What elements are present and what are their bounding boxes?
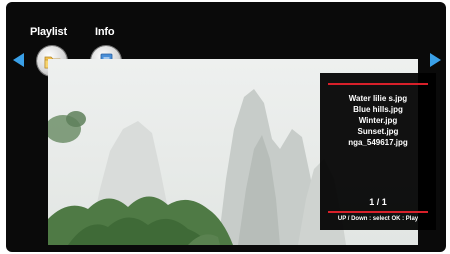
media-player-screen: Playlist Info Water lilie s.jpg Blue hil… xyxy=(6,2,446,252)
playlist-panel: Water lilie s.jpg Blue hills.jpg Winter.… xyxy=(320,73,436,230)
arrow-right-icon[interactable] xyxy=(430,53,441,67)
file-item[interactable]: Water lilie s.jpg xyxy=(320,93,436,104)
file-item[interactable]: Blue hills.jpg xyxy=(320,104,436,115)
arrow-left-icon[interactable] xyxy=(13,53,24,67)
file-list: Water lilie s.jpg Blue hills.jpg Winter.… xyxy=(320,93,436,148)
divider-bottom xyxy=(328,211,428,213)
help-text: UP / Down : select OK : Play xyxy=(337,216,419,222)
file-item[interactable]: Sunset.jpg xyxy=(320,126,436,137)
tab-playlist-label: Playlist xyxy=(30,26,67,38)
file-item[interactable]: nga_549617.jpg xyxy=(320,137,436,148)
tab-info-label: Info xyxy=(95,26,115,38)
file-item[interactable]: Winter.jpg xyxy=(320,115,436,126)
divider-top xyxy=(328,83,428,85)
page-indicator: 1 / 1 xyxy=(369,197,387,207)
